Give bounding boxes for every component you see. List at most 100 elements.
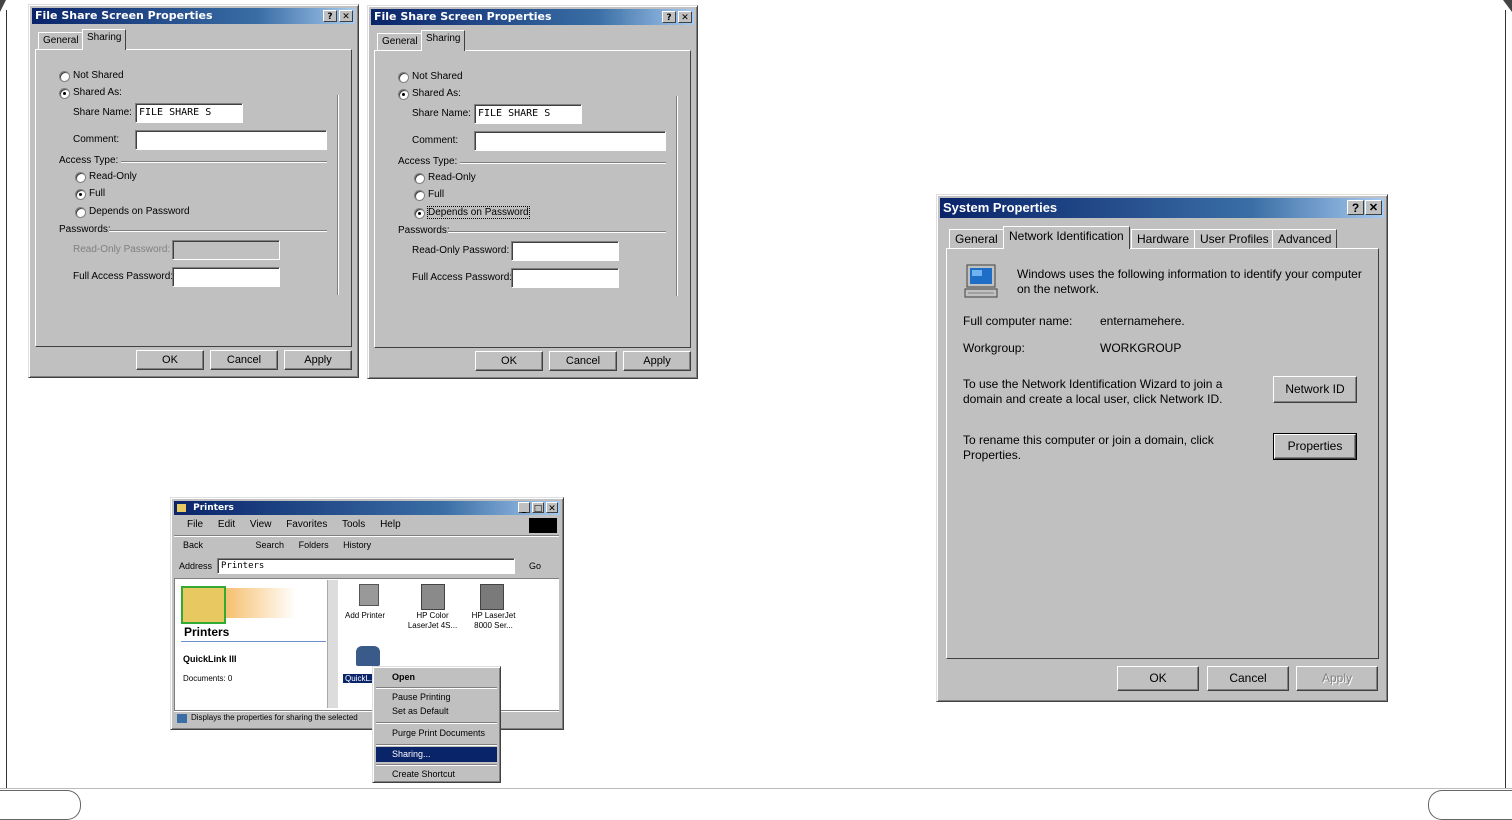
menu-view[interactable]: View [250,519,272,530]
hp-color-printer-icon[interactable] [421,584,445,610]
close-button[interactable]: ✕ [1365,200,1382,215]
close-button[interactable]: ✕ [339,10,353,22]
address-label: Address [179,561,213,571]
maximize-button[interactable]: □ [532,502,544,514]
close-button[interactable]: ✕ [546,502,558,514]
menu-bar: File Edit View Favorites Tools Help [187,519,413,530]
tab-general[interactable]: General [38,32,84,50]
read-only-radio[interactable] [75,172,86,183]
full-label: Full [89,188,106,199]
not-shared-radio[interactable] [59,71,70,82]
comment-field[interactable] [135,130,327,150]
shared-as-radio[interactable] [59,88,70,99]
not-shared-radio[interactable] [398,72,409,83]
tab-sharing[interactable]: Sharing [421,30,466,51]
toolbar-divider [174,535,559,537]
menu-item-sharing[interactable]: Sharing... [376,747,497,762]
ok-button[interactable]: OK [475,351,543,371]
ro-password-field[interactable] [511,241,619,261]
wizard-text: To use the Network Identification Wizard… [963,377,1223,406]
access-type-label: Access Type: [398,156,458,167]
menu-item-set-default[interactable]: Set as Default [376,704,497,719]
folders-button[interactable]: Folders [299,540,329,550]
menu-edit[interactable]: Edit [218,519,235,530]
help-button[interactable]: ? [662,11,676,23]
comment-field[interactable] [474,131,666,151]
add-printer-icon[interactable] [359,584,379,606]
ro-password-field [172,240,280,260]
full-password-label: Full Access Password: [73,271,174,282]
share-name-field[interactable]: FILE SHARE S [135,103,243,123]
bottom-right-page-tab [1428,790,1512,820]
menu-item-open[interactable]: Open [376,670,497,685]
full-password-field[interactable] [511,268,619,288]
apply-button[interactable]: Apply [284,350,352,370]
tab-general[interactable]: General [949,229,1004,249]
full-password-field[interactable] [172,267,280,287]
read-only-radio[interactable] [414,173,425,184]
address-field[interactable]: Printers [217,558,515,574]
go-button[interactable]: Go [529,561,541,571]
hp-color-label: HP Color LaserJet 4S... [407,611,458,630]
read-only-label: Read-Only [428,172,476,183]
comment-label: Comment: [412,135,459,146]
shared-as-radio[interactable] [398,89,409,100]
printer-context-menu: Open Pause Printing Set as Default Purge… [372,666,501,783]
back-button[interactable]: Back [183,540,203,550]
intro-text: Windows uses the following information t… [1017,267,1362,296]
close-button[interactable]: ✕ [678,11,692,23]
full-radio[interactable] [75,189,86,200]
passwords-label: Passwords: [398,225,450,236]
properties-button[interactable]: Properties [1273,433,1357,460]
ok-button[interactable]: OK [136,350,204,370]
help-button[interactable]: ? [323,10,337,22]
access-type-divider [121,161,327,163]
minimize-button[interactable]: _ [518,502,530,514]
tab-sharing[interactable]: Sharing [82,29,127,50]
vertical-scrollbar[interactable] [327,580,338,708]
menu-tools[interactable]: Tools [342,519,365,530]
help-button[interactable]: ? [1347,200,1364,215]
window-title: System Properties [943,200,1058,215]
menu-separator [376,722,497,724]
add-printer-label: Add Printer [345,611,386,620]
cancel-button[interactable]: Cancel [210,350,278,370]
tab-network-identification[interactable]: Network Identification [1003,226,1130,249]
full-name-label: Full computer name: [963,314,1073,328]
menu-file[interactable]: File [187,519,203,530]
right-page-border [1505,10,1506,788]
workgroup-value: WORKGROUP [1100,341,1182,355]
ok-button[interactable]: OK [1117,666,1199,691]
title-bar: File Share Screen Properties ? ✕ [371,9,694,25]
shared-group-line [337,95,339,295]
full-radio[interactable] [414,190,425,201]
search-button[interactable]: Search [256,540,285,550]
quicklink-printer-icon[interactable] [356,646,380,666]
cancel-button[interactable]: Cancel [549,351,617,371]
share-name-field[interactable]: FILE SHARE S [474,104,582,124]
not-shared-label: Not Shared [412,71,463,82]
menu-item-create-shortcut[interactable]: Create Shortcut [376,767,497,782]
tab-user-profiles[interactable]: User Profiles [1194,229,1275,249]
menu-favorites[interactable]: Favorites [286,519,327,530]
shared-as-label: Shared As: [412,88,461,99]
hp-laserjet-printer-icon[interactable] [480,584,504,610]
tab-general[interactable]: General [377,33,423,51]
history-button[interactable]: History [343,540,371,550]
tab-hardware[interactable]: Hardware [1131,229,1196,249]
panel-sub: Documents: 0 [183,674,233,683]
network-id-button[interactable]: Network ID [1273,376,1357,403]
menu-item-pause[interactable]: Pause Printing [376,690,497,705]
apply-button[interactable]: Apply [623,351,691,371]
tab-advanced[interactable]: Advanced [1272,229,1338,249]
depends-radio[interactable] [75,207,86,218]
window-title: File Share Screen Properties [35,9,213,22]
depends-radio[interactable] [414,208,425,219]
title-bar: File Share Screen Properties ? ✕ [32,8,355,24]
apply-button[interactable]: Apply [1296,666,1378,691]
cancel-button[interactable]: Cancel [1207,666,1289,691]
system-properties-dialog: System Properties ? ✕ General Network Id… [936,194,1388,702]
menu-item-purge[interactable]: Purge Print Documents [376,726,497,741]
menu-help[interactable]: Help [380,519,401,530]
file-share-dialog-right: File Share Screen Properties ? ✕ General… [367,5,698,379]
